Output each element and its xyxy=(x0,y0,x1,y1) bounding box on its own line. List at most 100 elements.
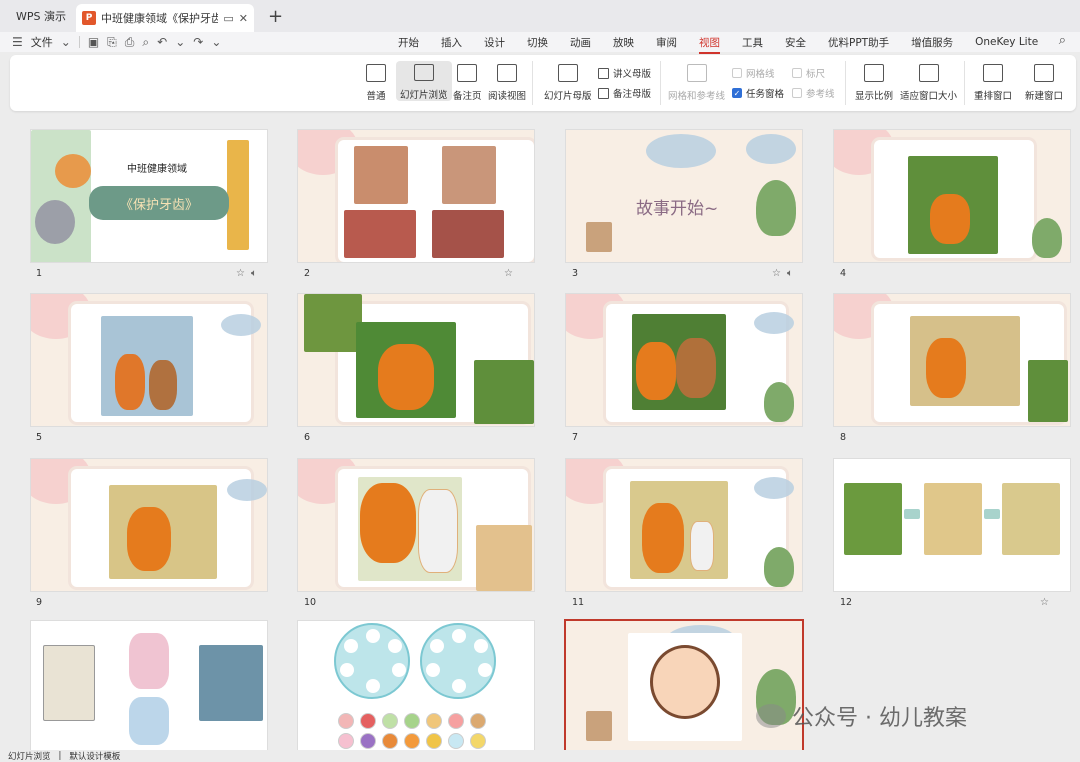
wechat-icon xyxy=(756,704,786,728)
preview-icon[interactable]: ⌕ xyxy=(142,35,149,50)
normal-view-button[interactable]: 普通 xyxy=(366,61,386,102)
tab-slideshow[interactable]: 放映 xyxy=(613,35,634,50)
save-icon[interactable]: ▣ xyxy=(88,35,99,49)
slide-browse-button[interactable]: 幻灯片浏览 xyxy=(396,61,452,101)
lion-illustration xyxy=(676,338,716,398)
star-icon[interactable]: ☆ xyxy=(236,268,245,279)
plate-slot xyxy=(392,663,406,677)
divider xyxy=(532,61,533,105)
reading-view-button[interactable]: 阅读视图 xyxy=(488,61,526,102)
plate-slot xyxy=(478,663,492,677)
tab-ppt-assistant[interactable]: 优料PPT助手 xyxy=(828,35,889,50)
guides-label: 参考线 xyxy=(806,89,835,100)
tiger-illustration xyxy=(636,342,676,400)
handout-master-button[interactable]: 讲义母版 xyxy=(598,66,651,80)
handout-icon xyxy=(598,67,609,79)
tab-animation[interactable]: 动画 xyxy=(570,35,591,50)
app-home-tab[interactable]: WPS 演示 xyxy=(6,4,76,28)
share-icon[interactable]: ⎘ xyxy=(107,35,117,50)
tab-home[interactable]: 开始 xyxy=(398,35,419,50)
guides-checkbox[interactable]: 参考线 xyxy=(792,86,835,100)
divider xyxy=(964,61,965,105)
fit-window-button[interactable]: 适应窗口大小 xyxy=(900,61,957,102)
close-icon[interactable]: ✕ xyxy=(239,12,248,25)
zoom-button[interactable]: 显示比例 xyxy=(855,61,893,102)
doctor-fox-illustration xyxy=(418,489,458,573)
tiger-illustration xyxy=(930,194,970,244)
speaker-icon[interactable]: 🔈︎ xyxy=(251,268,257,279)
star-icon[interactable]: ☆ xyxy=(504,268,513,279)
screen-icon[interactable]: ▭ xyxy=(223,12,233,25)
grid-guides-button[interactable]: 网格和参考线 xyxy=(668,61,725,102)
watermark-text: 公众号 · 幼儿教案 xyxy=(792,706,967,731)
hamburger-icon[interactable]: ☰ xyxy=(12,35,23,49)
task-pane-checkbox[interactable]: ✓ 任务窗格 xyxy=(732,86,784,100)
notes-page-button[interactable]: 备注页 xyxy=(453,61,482,102)
checkbox-unchecked xyxy=(792,68,802,78)
slide-thumbnail[interactable]: 中班健康领域 《保护牙齿》 xyxy=(30,129,268,263)
slide-thumbnail[interactable] xyxy=(833,458,1071,592)
search-icon[interactable]: ⌕ xyxy=(1059,33,1066,48)
chevron-down-icon[interactable]: ⌄ xyxy=(175,35,185,49)
status-design-label[interactable]: 默认设计模板 xyxy=(69,750,120,762)
slide-thumbnail[interactable] xyxy=(833,129,1071,263)
speaker-icon[interactable]: 🔈︎ xyxy=(787,268,793,279)
file-menu[interactable]: 文件 xyxy=(31,34,53,50)
house-decoration xyxy=(586,222,612,252)
chevron-down-icon[interactable]: ⌄ xyxy=(61,35,71,49)
food-icon xyxy=(404,713,420,729)
tab-onekey[interactable]: OneKey Lite xyxy=(975,36,1038,48)
fox-illustration xyxy=(115,354,145,410)
arrange-window-button[interactable]: 重排窗口 xyxy=(974,61,1012,102)
slide-thumbnail-selected[interactable] xyxy=(564,619,804,755)
tab-transitions[interactable]: 切换 xyxy=(527,35,548,50)
redo-icon[interactable]: ↷ xyxy=(193,35,203,49)
slide-thumbnail[interactable] xyxy=(297,293,535,427)
slide-master-label: 幻灯片母版 xyxy=(544,91,592,102)
undo-icon[interactable]: ↶ xyxy=(157,35,167,49)
tab-insert[interactable]: 插入 xyxy=(441,35,462,50)
menu-bar: ☰ 文件 ⌄ ▣ ⎘ ⎙ ⌕ ↶ ⌄ ↷ ⌄ 开始 插入 设计 切换 动画 放映… xyxy=(0,32,1080,54)
slide-thumbnail[interactable] xyxy=(30,458,268,592)
slide-thumbnail[interactable] xyxy=(297,458,535,592)
slide-thumbnail[interactable] xyxy=(297,620,535,754)
status-view-label[interactable]: 幻灯片浏览 xyxy=(8,750,51,762)
boy-brushing-illustration xyxy=(129,697,169,745)
slide-thumbnail[interactable] xyxy=(30,620,268,754)
arrow-icon xyxy=(984,509,1000,519)
print-icon[interactable]: ⎙ xyxy=(125,35,135,50)
normal-view-label: 普通 xyxy=(366,91,386,102)
ribbon-panel: 普通 幻灯片浏览 备注页 阅读视图 幻灯片母版 讲义母版 备注母版 网格和参考线… xyxy=(10,55,1076,111)
document-tab[interactable]: P 中班健康领域《保护牙齿》课 ▭ ✕ xyxy=(76,4,254,32)
notes-master-label: 备注母版 xyxy=(613,89,652,100)
slide-thumbnail[interactable] xyxy=(297,129,535,263)
new-tab-button[interactable]: + xyxy=(268,6,283,27)
gridlines-checkbox[interactable]: 网格线 xyxy=(732,66,775,80)
star-icon[interactable]: ☆ xyxy=(772,268,781,279)
slide-thumbnail[interactable] xyxy=(565,293,803,427)
slide-thumbnail[interactable] xyxy=(565,458,803,592)
more-icon[interactable]: ⌄ xyxy=(211,35,221,49)
tab-security[interactable]: 安全 xyxy=(785,35,806,50)
tab-review[interactable]: 审阅 xyxy=(656,35,677,50)
tab-tools[interactable]: 工具 xyxy=(742,35,763,50)
new-window-button[interactable]: 新建窗口 xyxy=(1025,61,1063,102)
slide-master-button[interactable]: 幻灯片母版 xyxy=(544,61,592,102)
tiger-illustration xyxy=(304,294,362,352)
ruler-checkbox[interactable]: 标尺 xyxy=(792,66,825,80)
tab-view[interactable]: 视图 xyxy=(699,35,720,54)
food-icon xyxy=(448,713,464,729)
star-icon[interactable]: ☆ xyxy=(1040,597,1049,608)
divider: | xyxy=(58,751,62,761)
slide-thumbnail[interactable]: 故事开始~ xyxy=(565,129,803,263)
slide-thumbnail[interactable] xyxy=(833,293,1071,427)
tab-design[interactable]: 设计 xyxy=(484,35,505,50)
slide-thumbnail[interactable] xyxy=(30,293,268,427)
title-bar: WPS 演示 P 中班健康领域《保护牙齿》课 ▭ ✕ + xyxy=(0,0,1080,32)
dentist-illustration xyxy=(199,645,263,721)
cloud-decoration xyxy=(221,314,261,336)
tab-value-added[interactable]: 增值服务 xyxy=(911,35,953,50)
cloud-decoration xyxy=(227,479,267,501)
notes-master-button[interactable]: 备注母版 xyxy=(598,86,651,100)
checkbox-unchecked xyxy=(732,68,742,78)
